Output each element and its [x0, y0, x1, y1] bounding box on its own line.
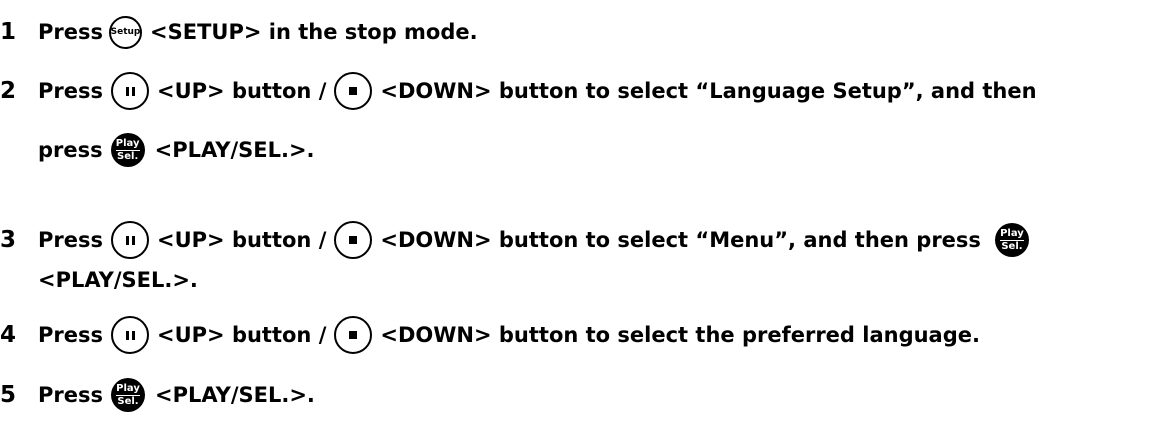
- step-4: 4 Press <UP> button / <DOWN> button to s…: [0, 313, 980, 357]
- pause-icon: [111, 316, 149, 354]
- step-number: 5: [0, 381, 17, 408]
- pause-icon: [111, 221, 149, 259]
- play-sel-button-icon: Play Sel.: [994, 223, 1029, 257]
- setup-button-icon: Setup: [109, 15, 142, 49]
- step-text-press: Press: [38, 227, 103, 252]
- step-2: 2 Press <UP> button / <DOWN> button to s…: [0, 69, 1037, 113]
- step-text-up: <UP> button /: [157, 227, 327, 252]
- step-text-press: Press: [38, 382, 103, 407]
- sel-label: Sel.: [117, 395, 139, 407]
- setup-icon-label: Setup: [110, 26, 141, 37]
- play-label: Play: [1000, 227, 1024, 241]
- step-3: 3 Press <UP> button / <DOWN> button to s…: [0, 218, 1039, 262]
- play-label: Play: [115, 137, 140, 151]
- play-sel-button-icon: Play Sel.: [110, 133, 145, 167]
- stop-icon: [334, 316, 373, 354]
- step-number: 4: [0, 321, 17, 348]
- step-text-down: <DOWN> button to select “Language Setup”…: [380, 78, 1037, 103]
- step-text: <SETUP> in the stop mode.: [150, 19, 478, 44]
- stop-icon: [334, 72, 373, 110]
- step-number: 3: [0, 226, 17, 253]
- step-text-play: <PLAY/SEL.>.: [38, 267, 198, 292]
- step-text-up: <UP> button /: [157, 78, 327, 103]
- step-text-up: <UP> button /: [157, 322, 327, 347]
- step-2-continuation: press Play Sel. <PLAY/SEL.>.: [38, 128, 315, 172]
- step-1: 1 Press Setup <SETUP> in the stop mode.: [0, 10, 478, 54]
- play-label: Play: [116, 382, 140, 396]
- sel-label: Sel.: [117, 150, 139, 162]
- step-number: 2: [0, 77, 17, 104]
- play-sel-button-icon: Play Sel.: [111, 378, 145, 412]
- step-text-play: <PLAY/SEL.>.: [154, 137, 315, 162]
- step-text-press: Press: [38, 78, 103, 103]
- step-5: 5 Press Play Sel. <PLAY/SEL.>.: [0, 373, 315, 417]
- step-text-press: press: [38, 137, 103, 162]
- pause-icon: [111, 72, 149, 110]
- stop-icon: [334, 221, 373, 259]
- step-text-press: Press: [38, 19, 103, 44]
- step-number: 1: [0, 18, 17, 45]
- step-text-play: <PLAY/SEL.>.: [155, 382, 315, 407]
- step-text-press: Press: [38, 322, 103, 347]
- step-text-down: <DOWN> button to select the preferred la…: [380, 322, 980, 347]
- step-text-down: <DOWN> button to select “Menu”, and then…: [380, 227, 981, 252]
- sel-label: Sel.: [1001, 240, 1023, 252]
- step-3-continuation: <PLAY/SEL.>.: [38, 258, 198, 302]
